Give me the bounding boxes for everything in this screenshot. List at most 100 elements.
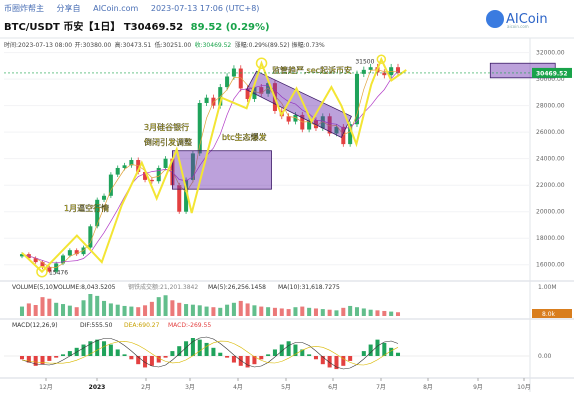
volume-bar	[320, 309, 325, 316]
macd-bar	[272, 349, 277, 356]
volume-bar	[129, 306, 134, 316]
annotation: 倒闭引发调整	[144, 137, 192, 147]
candle-body	[225, 76, 230, 88]
macd-bar	[54, 356, 59, 358]
macd-bar	[259, 356, 264, 360]
macd-bar	[197, 339, 202, 356]
y-tick-label: 24000.00	[536, 156, 565, 163]
macd-bar	[279, 344, 284, 356]
volume-legend: VOLUME:8,043.5205	[54, 284, 116, 291]
volume-bar	[149, 301, 154, 316]
volume-bar	[279, 308, 284, 316]
candle-body	[231, 68, 236, 77]
macd-bar	[177, 346, 182, 356]
y-tick-label: 20000.00	[536, 209, 565, 216]
y-tick-label: 18000.00	[536, 235, 565, 242]
volume-bar	[272, 307, 277, 316]
volume-bar	[348, 305, 353, 316]
macd-bar	[170, 351, 175, 356]
macd-bar	[149, 356, 154, 366]
volume-bar	[81, 300, 86, 316]
y-tick-label: 16000.00	[536, 262, 565, 269]
volume-bar	[382, 310, 387, 316]
chart-frame: 币圈炸帮主 分享自 AICoin.com 2023-07-13 17:06 (U…	[0, 0, 574, 400]
candle-body	[163, 158, 168, 168]
ohlc-field: 收:30469.52	[195, 41, 232, 49]
y-tick-label: 32000.00	[536, 50, 565, 57]
x-tick-label: 2023	[89, 384, 106, 391]
macd-legend: MACD(12,26,9)	[12, 322, 58, 329]
volume-bar	[136, 307, 141, 316]
volume-bar	[225, 304, 230, 316]
candle-body	[102, 195, 107, 200]
annotation: 监管趋严,sec起诉币安	[272, 65, 352, 75]
candle-body	[354, 73, 359, 125]
macd-bar	[163, 356, 168, 358]
candle-body	[122, 165, 127, 168]
volume-bar	[26, 303, 31, 316]
ohlc-field: 振幅:0.73%	[292, 41, 325, 49]
candle-body	[368, 67, 373, 70]
volume-bar	[47, 298, 52, 316]
x-tick-label: 8月	[423, 384, 433, 391]
volume-bar	[245, 303, 250, 316]
volume-bar	[177, 302, 182, 316]
x-tick-label: 4月	[233, 384, 243, 391]
annotation: btc生态爆发	[222, 132, 267, 142]
macd-bar	[348, 356, 353, 361]
volume-tag-label: 8.0k	[542, 311, 556, 318]
volume-bar	[163, 295, 168, 316]
macd-bar	[286, 341, 291, 356]
annotation: 1月逼空行情	[64, 203, 109, 213]
volume-bar	[341, 307, 346, 316]
candle-body	[361, 69, 366, 74]
x-tick-label: 6月	[328, 384, 338, 391]
volume-bar	[184, 304, 189, 316]
ohlc-field: 涨幅:0.29%(89.52)	[235, 41, 290, 49]
ohlc-field: 开:30380.00	[75, 42, 112, 49]
macd-bar	[218, 352, 223, 356]
macd-bar	[313, 356, 318, 360]
x-tick-label: 12月	[39, 384, 53, 391]
macd-legend: MACD:-269.55	[168, 322, 211, 329]
volume-bar	[190, 304, 195, 316]
volume-legend: VOLUME(5,10)	[12, 284, 55, 291]
candle-body	[67, 250, 72, 256]
volume-bar	[156, 297, 161, 316]
candle-body	[286, 116, 291, 122]
ohlc-field: 低:30251.00	[155, 41, 192, 49]
volume-bar	[334, 310, 339, 316]
volume-bar	[88, 294, 93, 316]
macd-bar	[108, 344, 113, 356]
macd-bar	[115, 349, 120, 356]
volume-bar	[286, 309, 291, 316]
volume-bar	[54, 302, 59, 316]
volume-bar	[102, 300, 107, 316]
macd-bar	[231, 356, 236, 363]
macd-bar	[122, 354, 127, 356]
macd-bar	[95, 339, 100, 356]
ohlc-field: 时间:2023-07-13 08:00	[4, 41, 72, 49]
macd-bar	[375, 339, 380, 356]
volume-legend: 钢铁成交额:21,201.3842	[128, 283, 198, 291]
volume-bar	[375, 310, 380, 316]
annotation: 3月硅谷银行	[144, 122, 189, 132]
macd-bar	[225, 356, 230, 358]
macd-legend: DIF:555.50	[80, 322, 113, 329]
volume-bar	[307, 307, 312, 316]
candle-body	[204, 97, 209, 104]
volume-bar	[170, 300, 175, 316]
x-tick-label: 7月	[376, 384, 386, 391]
volume-bar	[204, 306, 209, 316]
volume-bar	[266, 307, 271, 316]
low-label: 15476	[49, 270, 68, 277]
volume-bar	[238, 300, 243, 316]
volume-bar	[74, 307, 79, 316]
ohlc-field: 高:30473.51	[115, 41, 152, 49]
macd-bar	[395, 352, 401, 356]
candle-body	[389, 67, 394, 76]
candle-body	[238, 68, 243, 89]
x-tick-label: 9月	[473, 384, 483, 391]
macd-bar	[245, 356, 250, 368]
macd-bar	[307, 354, 312, 356]
